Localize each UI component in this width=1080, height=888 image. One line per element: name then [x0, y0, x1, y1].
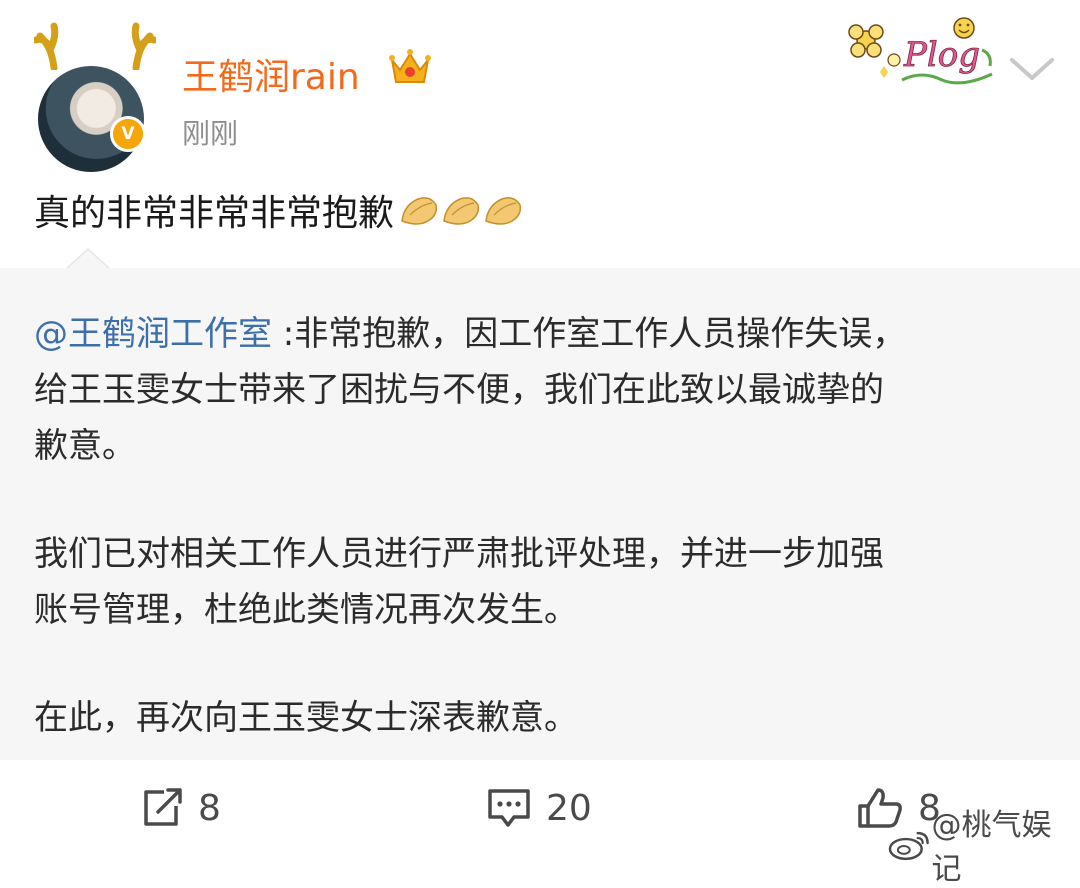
- post-text-content: 真的非常非常非常抱歉: [34, 193, 395, 234]
- repost-card[interactable]: @王鹤润工作室 :非常抱歉，因工作室工作人员操作失误， 给王玉雯女士带来了困扰与不…: [0, 268, 1080, 760]
- crown-icon: [389, 49, 431, 83]
- svg-text:Plog: Plog: [903, 35, 980, 75]
- watermark: @桃气娱记: [888, 800, 1080, 888]
- avatar[interactable]: V: [34, 22, 156, 172]
- username[interactable]: 王鹤润rain: [182, 48, 360, 100]
- repost-button[interactable]: 8: [140, 787, 221, 829]
- comment-count: 20: [546, 787, 592, 829]
- repost-paragraph-1: @王鹤润工作室 :非常抱歉，因工作室工作人员操作失误， 给王玉雯女士带来了困扰与不…: [34, 306, 1044, 474]
- plog-sticker-icon: Plog: [848, 17, 993, 85]
- repost-line-1: :非常抱歉，因工作室工作人员操作失误，: [272, 314, 907, 354]
- repost-paragraph-3: 在此，再次向王玉雯女士深表歉意。: [34, 698, 578, 738]
- weibo-logo-icon: [888, 831, 929, 861]
- repost-notch: [66, 248, 110, 270]
- repost-paragraph-2: 我们已对相关工作人员进行严肃批评处理，并进一步加强 账号管理，杜绝此类情况再次发生…: [34, 526, 1044, 638]
- comment-icon: [488, 789, 530, 827]
- post-text: 真的非常非常非常抱歉: [34, 184, 524, 240]
- repost-icon: [144, 788, 182, 826]
- verified-icon: V: [110, 116, 146, 152]
- repost-line-2: 给王玉雯女士带来了困扰与不便，我们在此致以最诚挚的: [34, 370, 884, 410]
- mention-link[interactable]: @王鹤润工作室: [34, 314, 272, 354]
- repost-count: 8: [198, 787, 221, 829]
- post-timestamp: 刚刚: [182, 117, 239, 150]
- repost-body: @王鹤润工作室 :非常抱歉，因工作室工作人员操作失误， 给王玉雯女士带来了困扰与不…: [34, 306, 1044, 746]
- pinched-fingers-emoji-icon: [398, 191, 524, 240]
- repost-para2-line-1: 我们已对相关工作人员进行严肃批评处理，并进一步加强: [34, 534, 884, 574]
- repost-para2-line-2: 账号管理，杜绝此类情况再次发生。: [34, 590, 578, 630]
- comment-button[interactable]: 20: [486, 787, 592, 829]
- antler-icon: [131, 22, 156, 70]
- antler-icon: [34, 22, 59, 70]
- watermark-text: @桃气娱记: [931, 808, 1052, 887]
- chevron-down-icon[interactable]: [1008, 56, 1056, 84]
- repost-line-3: 歉意。: [34, 426, 136, 466]
- post-header: V 王鹤润rain 刚刚 Plog: [0, 0, 1080, 172]
